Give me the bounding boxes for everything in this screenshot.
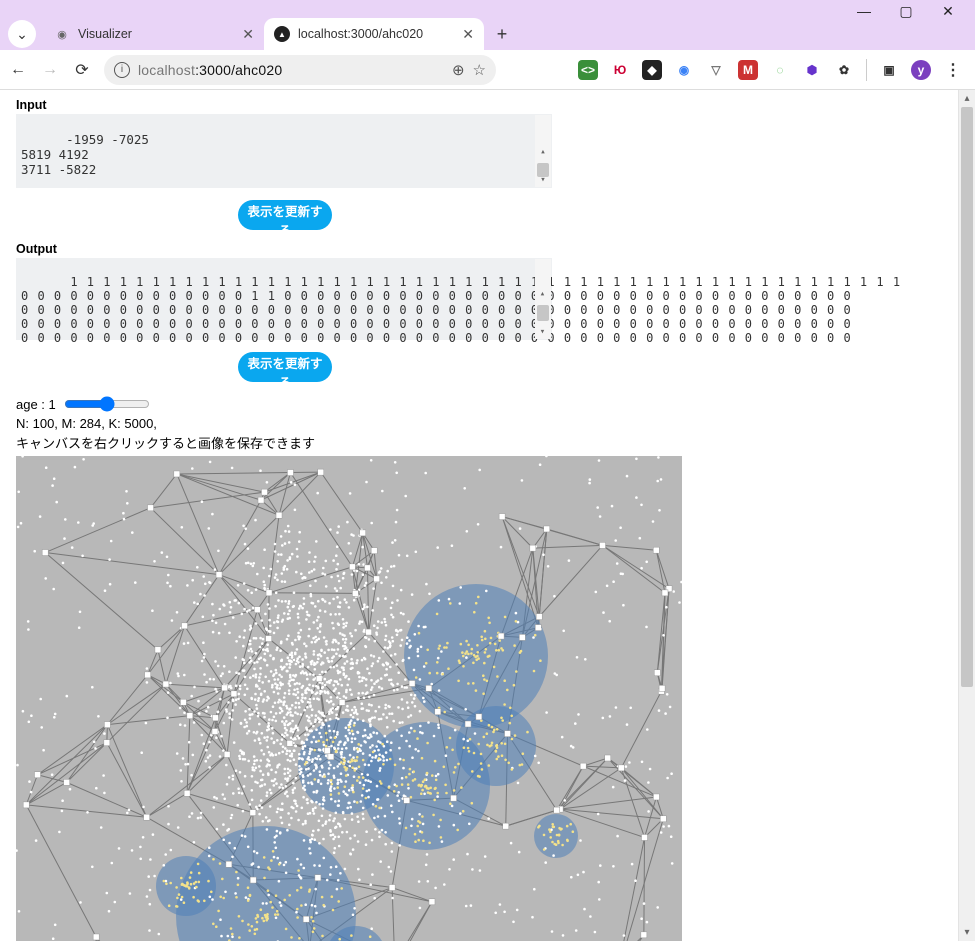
sidepanel-icon[interactable]: ▣: [879, 60, 899, 80]
scroll-thumb[interactable]: [961, 107, 973, 687]
forward-button[interactable]: →: [40, 60, 60, 80]
scroll-up-icon[interactable]: ▴: [535, 287, 551, 301]
globe-icon: ◉: [54, 26, 70, 42]
url-text: localhost:3000/ahc020: [138, 62, 444, 78]
input-scrollbar[interactable]: ▴ ▾: [535, 115, 551, 187]
output-text: 1 1 1 1 1 1 1 1 1 1 1 1 1 1 1 1 1 1 1 1 …: [21, 275, 901, 345]
update-display-button-2[interactable]: 表示を更新する: [238, 352, 332, 382]
tab-search-dropdown[interactable]: ⌄: [8, 20, 36, 48]
canvas-hint: キャンバスを右クリックすると画像を保存できます: [16, 433, 954, 452]
bookmark-star-icon[interactable]: ☆: [473, 61, 486, 79]
scroll-track[interactable]: [959, 107, 975, 924]
scroll-up-icon[interactable]: ▴: [535, 145, 551, 159]
page-scrollbar[interactable]: ▴ ▾: [958, 90, 975, 941]
window-titlebar: — ▢ ✕: [0, 0, 975, 16]
page-viewport: Input -1959 -7025 5819 4192 3711 -5822 ▴…: [0, 90, 975, 941]
window-close[interactable]: ✕: [941, 4, 955, 18]
input-label: Input: [16, 98, 954, 112]
output-textarea[interactable]: 1 1 1 1 1 1 1 1 1 1 1 1 1 1 1 1 1 1 1 1 …: [16, 258, 552, 340]
input-text: -1959 -7025 5819 4192 3711 -5822: [21, 132, 149, 177]
extension-icon-8[interactable]: ✿: [834, 60, 854, 80]
window-maximize[interactable]: ▢: [899, 4, 913, 18]
age-slider[interactable]: [64, 396, 150, 412]
scroll-down-icon[interactable]: ▾: [535, 173, 551, 187]
window-minimize[interactable]: —: [857, 4, 871, 18]
scroll-down-icon[interactable]: ▾: [959, 924, 975, 941]
age-label: age : 1: [16, 397, 56, 412]
page-content: Input -1959 -7025 5819 4192 3711 -5822 ▴…: [0, 90, 954, 941]
scroll-down-icon[interactable]: ▾: [535, 325, 551, 339]
extension-icon-7[interactable]: ⬢: [802, 60, 822, 80]
extension-icon-6[interactable]: ◌: [770, 60, 790, 80]
update-display-button[interactable]: 表示を更新する: [238, 200, 332, 230]
site-info-icon[interactable]: i: [114, 62, 130, 78]
browser-toolbar: ← → ⟳ i localhost:3000/ahc020 ⊕ ☆ <> Ю ◆ ◉ ▽…: [0, 50, 975, 90]
tab-title: Visualizer: [78, 27, 234, 41]
extension-icon-4[interactable]: ▽: [706, 60, 726, 80]
back-button[interactable]: ←: [8, 60, 28, 80]
scroll-thumb[interactable]: [537, 305, 549, 321]
extensions-area: <> Ю ◆ ◉ ▽ M ◌ ⬢ ✿ ▣ y ⋮: [508, 59, 967, 81]
tabstrip: ⌄ ◉ Visualizer ✕ ▲ localhost:3000/ahc020…: [0, 16, 975, 50]
input-textarea[interactable]: -1959 -7025 5819 4192 3711 -5822 ▴ ▾: [16, 114, 552, 188]
tab-close-icon[interactable]: ✕: [462, 26, 474, 43]
tab-title: localhost:3000/ahc020: [298, 27, 454, 41]
profile-avatar[interactable]: y: [911, 60, 931, 80]
extension-icon-2[interactable]: ◆: [642, 60, 662, 80]
extension-icon-5[interactable]: M: [738, 60, 758, 80]
stats-line: N: 100, M: 284, K: 5000,: [16, 416, 954, 431]
search-icon[interactable]: ⊕: [452, 61, 465, 79]
triangle-icon: ▲: [274, 26, 290, 42]
extension-icon-0[interactable]: <>: [578, 60, 598, 80]
output-scrollbar[interactable]: ▴ ▾: [535, 259, 551, 339]
output-label: Output: [16, 242, 954, 256]
address-bar[interactable]: i localhost:3000/ahc020 ⊕ ☆: [104, 55, 496, 85]
tab-close-icon[interactable]: ✕: [242, 26, 254, 43]
reload-button[interactable]: ⟳: [72, 60, 92, 80]
graph-svg: [16, 456, 682, 941]
extension-icon-1[interactable]: Ю: [610, 60, 630, 80]
extension-icon-3[interactable]: ◉: [674, 60, 694, 80]
toolbar-divider: [866, 59, 867, 81]
scroll-up-icon[interactable]: ▴: [959, 90, 975, 107]
tab-localhost-ahc020[interactable]: ▲ localhost:3000/ahc020 ✕: [264, 18, 484, 50]
new-tab-button[interactable]: +: [488, 20, 516, 48]
tab-visualizer[interactable]: ◉ Visualizer ✕: [44, 18, 264, 50]
visualization-canvas[interactable]: [16, 456, 682, 941]
browser-menu-icon[interactable]: ⋮: [943, 60, 963, 80]
